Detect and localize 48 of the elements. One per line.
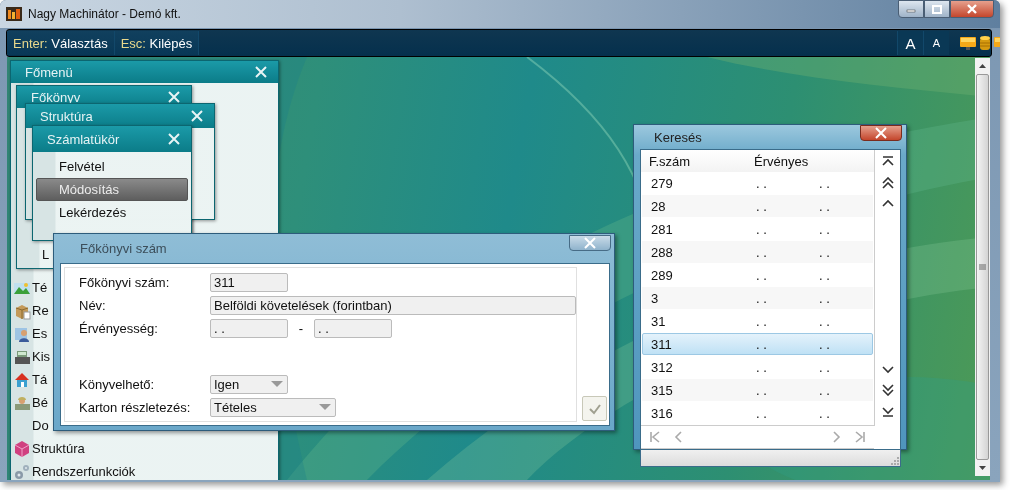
table-cell-text: 315	[651, 382, 674, 398]
column-header: F.szám	[649, 153, 692, 169]
table-cell-text: . .	[819, 221, 831, 237]
panel-title: Főmenü	[25, 64, 74, 80]
table-cell-text: . .	[819, 198, 831, 214]
table-cell-text: 289	[651, 267, 674, 283]
table-cell-text: . .	[819, 290, 831, 306]
table-cell-text: 312	[651, 359, 674, 375]
table-cell-text: . .	[756, 267, 768, 283]
table-cell-text: . .	[819, 382, 831, 398]
table-cell-text: . .	[756, 313, 768, 329]
table-cell-text: . .	[756, 359, 768, 375]
table-cell-text: . .	[819, 267, 831, 283]
window-title: Nagy Machinátor - Demó kft.	[28, 7, 182, 21]
table-cell-text: . .	[756, 175, 768, 191]
table-cell-text: . .	[756, 244, 768, 260]
table-cell-text: . .	[756, 221, 768, 237]
field-label: Név:	[79, 297, 107, 313]
column-header: Érvényes	[754, 153, 810, 169]
table-cell-text: . .	[819, 336, 831, 352]
field-label: Érvényesség:	[79, 320, 159, 336]
table-cell-text: 28	[651, 198, 667, 214]
table-cell-text: . .	[819, 405, 831, 421]
range-separator: -	[297, 320, 305, 336]
field-label: Könyvelhető:	[79, 376, 156, 392]
dialog-title: Főkönyvi szám	[80, 241, 167, 256]
table-cell-text: 316	[651, 405, 674, 421]
table-cell-text: . .	[756, 405, 768, 421]
table-cell-text: . .	[819, 359, 831, 375]
field-label: Főkönyvi szám:	[79, 274, 171, 290]
table-cell-text: . .	[819, 244, 831, 260]
table-cell-text: 31	[651, 313, 667, 329]
table-cell-text: . .	[756, 336, 768, 352]
table-cell-text: . .	[819, 313, 831, 329]
table-cell-text: . .	[756, 382, 768, 398]
panel-title: Számlatükör	[47, 131, 121, 147]
table-cell-text: . .	[819, 175, 831, 191]
table-cell-text: . .	[756, 290, 768, 306]
panel-title: Struktúra	[40, 108, 94, 124]
table-cell-text: . .	[756, 198, 768, 214]
table-cell-text: 279	[651, 175, 674, 191]
panel-title: Főkönyv	[31, 89, 82, 105]
table-cell-text: 288	[651, 244, 674, 260]
table-cell-text: 3	[651, 290, 660, 306]
window-title: Keresés	[654, 129, 702, 145]
table-cell-text: 311	[651, 336, 673, 352]
table-cell-text: 281	[651, 221, 674, 237]
field-label: Karton részletezés:	[79, 399, 192, 415]
